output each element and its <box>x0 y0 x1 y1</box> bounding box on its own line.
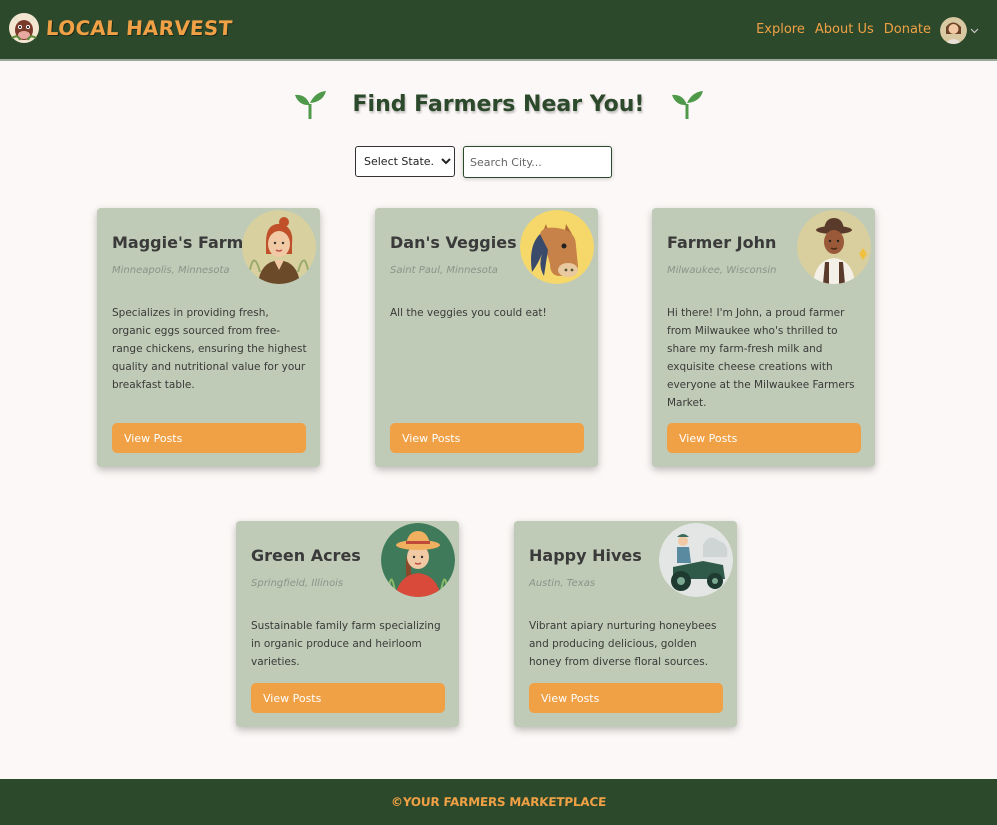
user-avatar-icon <box>940 17 967 44</box>
brand-name: LOCAL HARVEST <box>45 16 234 40</box>
farmer-avatar <box>381 523 455 597</box>
farmer-name: Dan's Veggies <box>390 233 517 252</box>
woman-farmer-icon <box>242 210 316 284</box>
farmer-name: Maggie's Farm <box>112 233 244 252</box>
user-menu[interactable] <box>940 17 979 44</box>
farmer-avatar <box>242 210 316 284</box>
farmer-card: Happy Hives Austin, Texas Vibrant apiary… <box>514 521 737 727</box>
nav-about-us[interactable]: About Us <box>815 22 874 37</box>
farmer-description: All the veggies you could eat! <box>390 307 547 319</box>
farmer-description: Vibrant apiary nurturing honeybees and p… <box>529 620 717 668</box>
farmer-location: Milwaukee, Wisconsin <box>667 265 777 276</box>
logo[interactable]: LOCAL HARVEST <box>8 12 234 44</box>
cow-logo-icon <box>9 13 39 43</box>
view-posts-button[interactable]: View Posts <box>112 423 306 453</box>
farmer-card: Maggie's Farm Minneapolis, Minnesota Spe… <box>97 208 320 467</box>
view-posts-button[interactable]: View Posts <box>390 423 584 453</box>
farmer-card: Dan's Veggies Saint Paul, Minnesota All … <box>375 208 598 467</box>
city-search-input[interactable] <box>463 146 612 178</box>
page-title: Find Farmers Near You! <box>352 91 645 117</box>
title-row: Find Farmers Near You! <box>0 86 997 122</box>
farmer-name: Farmer John <box>667 233 777 252</box>
tractor-icon <box>659 523 733 597</box>
farmer-description: Sustainable family farm specializing in … <box>251 620 441 668</box>
nav-donate[interactable]: Donate <box>884 22 931 37</box>
farmer-card: Green Acres Springfield, Illinois Sustai… <box>236 521 459 727</box>
filters: Select State... <box>355 146 612 178</box>
straw-hat-farmer-icon <box>381 523 455 597</box>
view-posts-button[interactable]: View Posts <box>251 683 445 713</box>
footer: ©YOUR FARMERS MARKETPLACE <box>0 779 997 825</box>
farmer-location: Austin, Texas <box>529 578 596 589</box>
chevron-down-icon <box>970 28 979 33</box>
state-select[interactable]: Select State... <box>355 146 455 177</box>
sprout-icon <box>672 91 704 119</box>
farmer-avatar <box>659 523 733 597</box>
nav-links: Explore About Us Donate <box>756 22 931 37</box>
farmer-location: Minneapolis, Minnesota <box>112 265 230 276</box>
farmer-card: Farmer John Milwaukee, Wisconsin Hi ther… <box>652 208 875 467</box>
farmer-name: Happy Hives <box>529 546 642 565</box>
farmer-name: Green Acres <box>251 546 361 565</box>
farmer-avatar <box>797 210 871 284</box>
horse-icon <box>520 210 594 284</box>
farmer-description: Hi there! I'm John, a proud farmer from … <box>667 307 855 409</box>
farmer-location: Saint Paul, Minnesota <box>390 265 498 276</box>
view-posts-button[interactable]: View Posts <box>529 683 723 713</box>
nav-explore[interactable]: Explore <box>756 22 805 37</box>
farmer-description: Specializes in providing fresh, organic … <box>112 307 307 391</box>
view-posts-button[interactable]: View Posts <box>667 423 861 453</box>
farmer-location: Springfield, Illinois <box>251 578 344 589</box>
farmer-avatar <box>520 210 594 284</box>
footer-text: ©YOUR FARMERS MARKETPLACE <box>390 795 607 809</box>
top-navbar: LOCAL HARVEST Explore About Us Donate <box>0 0 997 61</box>
sprout-icon <box>294 91 326 119</box>
man-farmer-icon <box>797 210 871 284</box>
